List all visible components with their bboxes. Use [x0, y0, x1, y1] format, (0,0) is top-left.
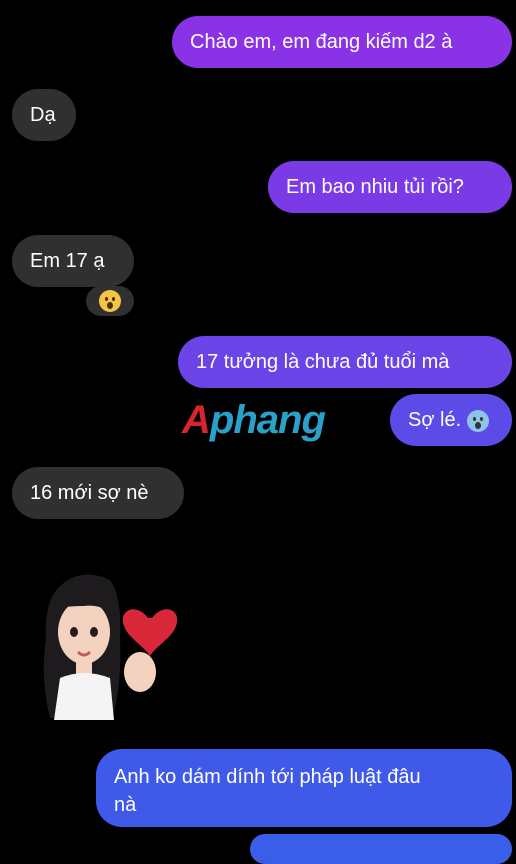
message-text: 17 tưởng là chưa đủ tuổi mà: [196, 351, 450, 373]
message-text-line-2: nà: [114, 794, 137, 816]
astonished-emoji-icon: [99, 290, 121, 312]
message-bubble-sent[interactable]: Chào em, em đang kiếm d2 à: [172, 16, 512, 68]
message-text: Dạ: [30, 104, 56, 126]
watermark-text: phang: [209, 398, 326, 442]
message-bubble-sent[interactable]: Anh ko dám dính tới pháp luật đâu nà: [96, 749, 512, 827]
message-bubble-sent[interactable]: 17 tưởng là chưa đủ tuổi mà: [178, 336, 512, 388]
message-bubble-sent-partial[interactable]: [250, 834, 512, 864]
message-text: 16 mới sợ nè: [30, 482, 149, 504]
message-text: Sợ lé.: [408, 409, 462, 431]
watermark-first-letter: A: [182, 398, 211, 442]
message-text-line-1: Anh ko dám dính tới pháp luật đâu: [114, 766, 421, 788]
screaming-face-emoji-icon: [466, 409, 489, 432]
message-bubble-sent[interactable]: Em bao nhiu tủi rồi?: [268, 161, 512, 213]
message-reaction[interactable]: [86, 286, 134, 316]
message-bubble-sent[interactable]: Sợ lé.: [390, 394, 512, 446]
girl-finger-heart-sticker[interactable]: [40, 568, 190, 720]
message-text: Em 17 ạ: [30, 250, 105, 272]
message-bubble-received[interactable]: Em 17 ạ: [12, 235, 134, 287]
message-bubble-received[interactable]: 16 mới sợ nè: [12, 467, 184, 519]
message-text: Chào em, em đang kiếm d2 à: [190, 31, 453, 53]
message-text: Em bao nhiu tủi rồi?: [286, 176, 464, 198]
message-bubble-received[interactable]: Dạ: [12, 89, 76, 141]
watermark-logo: Aphang: [182, 398, 326, 443]
